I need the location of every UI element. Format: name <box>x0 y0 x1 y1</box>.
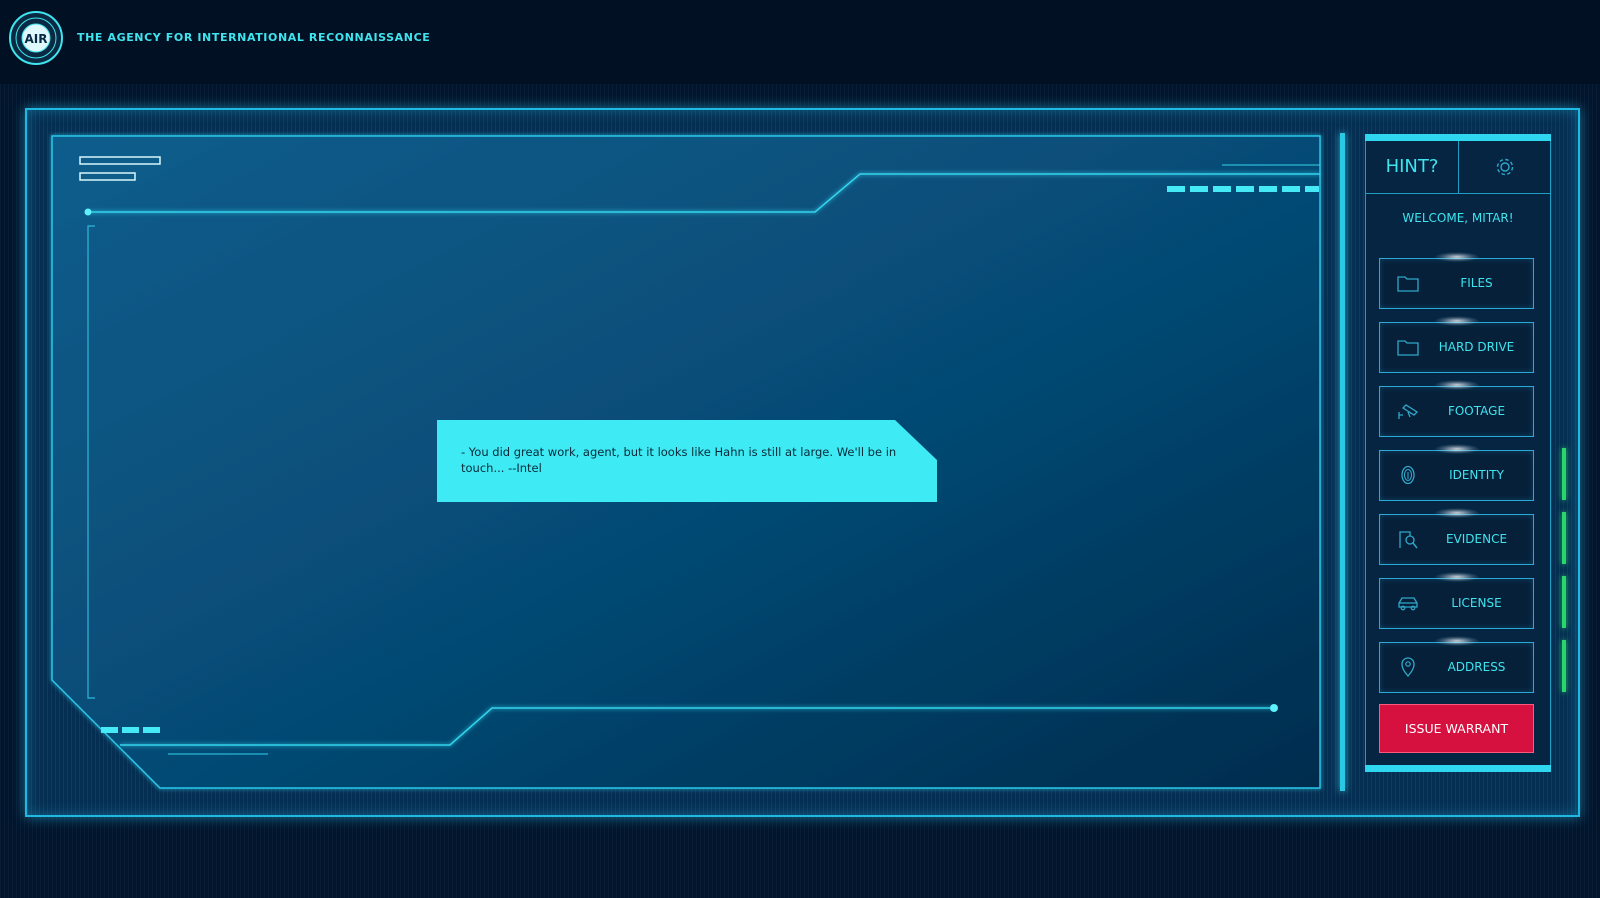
footage-button[interactable]: FOOTAGE <box>1379 380 1534 437</box>
car-icon <box>1398 597 1418 611</box>
display-divider-bar <box>1340 133 1345 791</box>
hint-button[interactable]: HINT? <box>1366 141 1459 193</box>
panel-bottom-cap <box>1365 765 1551 772</box>
hard-drive-button[interactable]: HARD DRIVE <box>1379 316 1534 373</box>
side-panel: HINT? WELCOME, MITAR! FILES HARD DRIVE F… <box>1365 134 1551 772</box>
address-label: ADDRESS <box>1447 660 1506 674</box>
status-indicator <box>1562 576 1566 628</box>
intel-message-text: - You did great work, agent, but it look… <box>461 445 897 475</box>
intel-message-box: - You did great work, agent, but it look… <box>437 420 937 502</box>
folder-icon <box>1397 276 1419 292</box>
identity-button[interactable]: IDENTITY <box>1379 444 1534 501</box>
fingerprint-icon <box>1401 465 1415 485</box>
files-label: FILES <box>1460 276 1493 290</box>
location-pin-icon <box>1401 657 1415 677</box>
status-indicator <box>1562 448 1566 500</box>
bottom-trace-node <box>1270 704 1278 712</box>
top-trace-node <box>84 208 92 216</box>
license-button[interactable]: LICENSE <box>1379 572 1534 629</box>
identity-label: IDENTITY <box>1449 468 1504 482</box>
bottom-left-dashes <box>101 727 160 733</box>
evidence-label: EVIDENCE <box>1445 532 1508 546</box>
status-indicator <box>1562 512 1566 564</box>
hint-row: HINT? <box>1366 141 1550 194</box>
status-indicator <box>1562 640 1566 692</box>
evidence-magnifier-icon <box>1399 531 1418 549</box>
issue-warrant-button[interactable]: ISSUE WARRANT <box>1379 704 1534 753</box>
folder-icon <box>1397 340 1419 356</box>
license-label: LICENSE <box>1451 596 1502 610</box>
evidence-button[interactable]: EVIDENCE <box>1379 508 1534 565</box>
address-button[interactable]: ADDRESS <box>1379 636 1534 693</box>
security-camera-icon <box>1398 404 1419 419</box>
footage-label: FOOTAGE <box>1447 404 1506 418</box>
files-button[interactable]: FILES <box>1379 252 1534 309</box>
welcome-message: WELCOME, MITAR! <box>1402 211 1514 225</box>
panel-top-cap <box>1365 134 1551 141</box>
settings-button[interactable] <box>1459 141 1550 193</box>
gear-icon <box>1496 158 1514 176</box>
hard-drive-label: HARD DRIVE <box>1438 340 1515 354</box>
